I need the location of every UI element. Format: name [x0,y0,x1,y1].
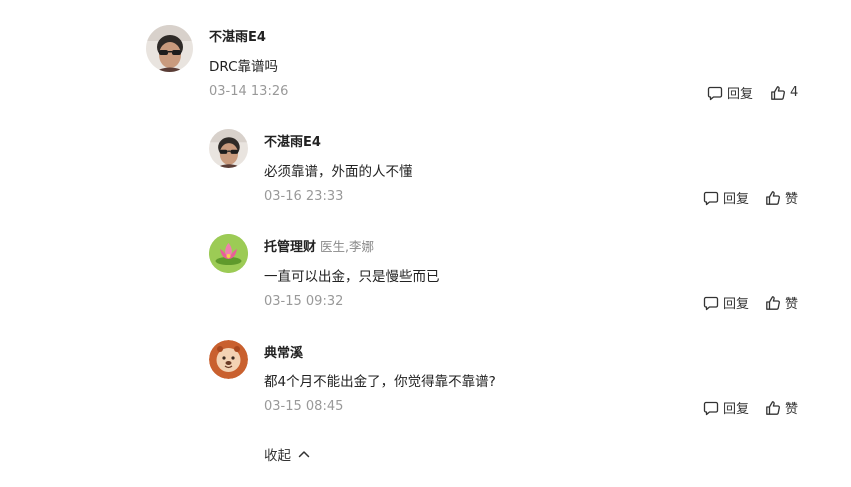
comment-actions: 回复 4 [707,83,798,102]
comment-bubble-icon [703,191,719,205]
comment-bubble-icon [703,296,719,310]
lion-avatar-icon [209,340,248,379]
reply-username[interactable]: 不湛雨E4 [264,131,321,150]
like-label: 赞 [785,402,799,417]
avatar[interactable] [209,129,248,168]
reply-actions: 回复 赞 [703,398,798,417]
reply-button[interactable]: 回复 [707,83,753,102]
reply-button[interactable]: 回复 [703,293,749,312]
thumbs-up-icon [771,85,785,100]
reply-label: 回复 [727,87,754,102]
reply-button[interactable]: 回复 [703,188,749,207]
chevron-up-icon [298,451,310,458]
thumbs-up-icon [766,295,780,310]
reply-text: 都4个月不能出金了，你觉得靠不靠谱? [264,374,496,390]
collapse-label: 收起 [264,448,291,464]
user-avatar-photo [146,25,193,72]
user-tag: 医生,李娜 [320,239,374,254]
reply-timestamp: 03-15 08:45 [264,399,344,414]
avatar[interactable] [209,340,248,379]
lotus-avatar-icon [209,234,248,273]
reply-button[interactable]: 回复 [703,398,749,417]
collapse-replies-button[interactable]: 收起 [264,444,311,464]
comment-username[interactable]: 不湛雨E4 [209,26,266,45]
reply-actions: 回复 赞 [703,293,798,312]
avatar[interactable] [209,234,248,273]
user-avatar-photo [209,129,248,168]
avatar[interactable] [146,25,193,72]
like-button[interactable]: 赞 [765,293,798,312]
reply-username[interactable]: 托管理财 医生,李娜 [264,236,374,255]
thumbs-up-icon [766,190,780,205]
comment-bubble-icon [703,401,719,415]
reply-label: 回复 [723,402,750,417]
like-label: 赞 [785,192,799,207]
reply-label: 回复 [723,192,750,207]
like-label: 赞 [785,297,799,312]
comment-text: DRC靠谱吗 [209,59,279,75]
reply-label: 回复 [723,297,750,312]
like-count: 4 [790,85,799,100]
reply-timestamp: 03-15 09:32 [264,294,344,309]
reply-text: 一直可以出金，只是慢些而已 [264,269,440,285]
thumbs-up-icon [766,400,780,415]
comment-bubble-icon [707,86,723,100]
comment-timestamp: 03-14 13:26 [209,84,289,99]
reply-actions: 回复 赞 [703,188,798,207]
reply-text: 必须靠谱，外面的人不懂 [264,164,413,180]
reply-username[interactable]: 典常溪 [264,342,303,361]
like-button[interactable]: 赞 [765,188,798,207]
like-button[interactable]: 4 [770,85,798,101]
like-button[interactable]: 赞 [765,398,798,417]
reply-timestamp: 03-16 23:33 [264,189,344,204]
